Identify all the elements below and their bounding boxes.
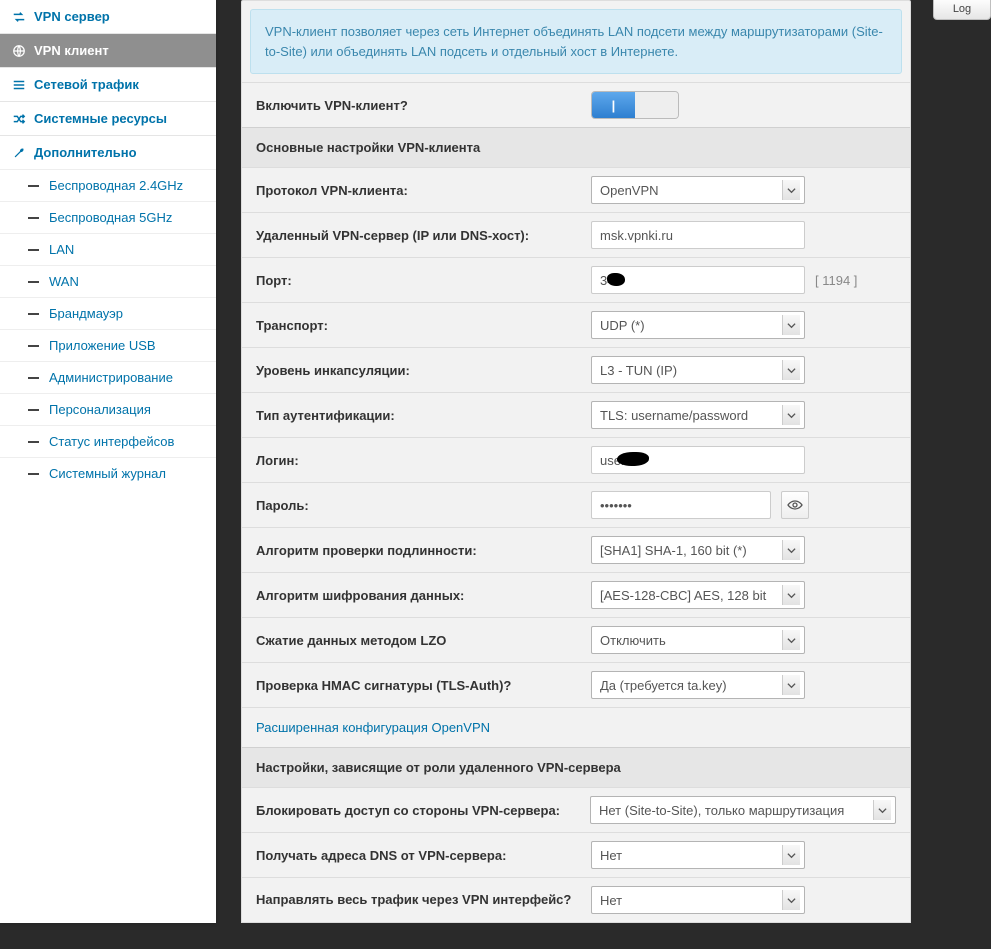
sidebar-label: Дополнительно — [34, 145, 137, 160]
label-enable: Включить VPN-клиент? — [256, 98, 591, 113]
enable-toggle[interactable]: | — [591, 91, 679, 119]
chevron-down-icon — [782, 180, 800, 200]
sidebar-item-advanced[interactable]: Дополнительно — [0, 135, 216, 169]
row-lzo: Сжатие данных методом LZO Отключить — [242, 617, 910, 662]
settings-panel: VPN-клиент позволяет через сеть Интернет… — [241, 0, 911, 923]
chevron-down-icon — [782, 675, 800, 695]
sidebar-sub-firewall[interactable]: Брандмауэр — [0, 297, 216, 329]
dash-icon — [28, 249, 39, 251]
sidebar-sub-lan[interactable]: LAN — [0, 233, 216, 265]
row-digest: Алгоритм проверки подлинности: [SHA1] SH… — [242, 527, 910, 572]
sidebar-item-vpn-client[interactable]: VPN клиент — [0, 33, 216, 67]
dash-icon — [28, 473, 39, 475]
row-tlsauth: Проверка HMAC сигнатуры (TLS-Auth)? Да (… — [242, 662, 910, 707]
row-auth: Тип аутентификации: TLS: username/passwo… — [242, 392, 910, 437]
bars-icon — [12, 78, 26, 92]
random-icon — [12, 112, 26, 126]
dash-icon — [28, 377, 39, 379]
eye-icon — [787, 497, 803, 513]
tlsauth-select[interactable]: Да (требуется ta.key) — [591, 671, 805, 699]
sidebar: VPN сервер VPN клиент Сетевой трафик Сис… — [0, 0, 216, 923]
sidebar-sub-syslog[interactable]: Системный журнал — [0, 457, 216, 489]
chevron-down-icon — [873, 800, 891, 820]
encap-select[interactable]: L3 - TUN (IP) — [591, 356, 805, 384]
section-basic: Основные настройки VPN-клиента — [242, 127, 910, 167]
port-hint: [ 1194 ] — [815, 273, 857, 288]
sidebar-item-traffic[interactable]: Сетевой трафик — [0, 67, 216, 101]
auth-select[interactable]: TLS: username/password — [591, 401, 805, 429]
chevron-down-icon — [782, 360, 800, 380]
globe-icon — [12, 44, 26, 58]
dash-icon — [28, 281, 39, 283]
sidebar-label: VPN сервер — [34, 9, 110, 24]
toggle-off — [635, 92, 678, 118]
dash-icon — [28, 345, 39, 347]
loop-icon — [12, 10, 26, 24]
dns-select[interactable]: Нет — [591, 841, 805, 869]
sidebar-sub-wireless5[interactable]: Беспроводная 5GHz — [0, 201, 216, 233]
row-enable: Включить VPN-клиент? | — [242, 82, 910, 127]
chevron-down-icon — [782, 315, 800, 335]
row-cipher: Алгоритм шифрования данных: [AES-128-CBC… — [242, 572, 910, 617]
reveal-password-button[interactable] — [781, 491, 809, 519]
row-protocol: Протокол VPN-клиента: OpenVPN — [242, 167, 910, 212]
server-input[interactable] — [591, 221, 805, 249]
chevron-down-icon — [782, 405, 800, 425]
row-port: Порт: [ 1194 ] — [242, 257, 910, 302]
chevron-down-icon — [782, 540, 800, 560]
log-tab[interactable]: Log — [933, 0, 991, 20]
redacted-port — [607, 273, 625, 286]
section-role: Настройки, зависящие от роли удаленного … — [242, 747, 910, 787]
sidebar-item-resources[interactable]: Системные ресурсы — [0, 101, 216, 135]
wrench-icon — [12, 146, 26, 160]
sidebar-item-vpn-server[interactable]: VPN сервер — [0, 0, 216, 33]
dash-icon — [28, 313, 39, 315]
dash-icon — [28, 217, 39, 219]
sidebar-sub-usb[interactable]: Приложение USB — [0, 329, 216, 361]
sidebar-label: Системные ресурсы — [34, 111, 167, 126]
sidebar-label: VPN клиент — [34, 43, 109, 58]
transport-select[interactable]: UDP (*) — [591, 311, 805, 339]
chevron-down-icon — [782, 585, 800, 605]
sidebar-sub-admin[interactable]: Администрирование — [0, 361, 216, 393]
row-login: Логин: — [242, 437, 910, 482]
redacted-login — [617, 452, 649, 466]
sidebar-label: Сетевой трафик — [34, 77, 139, 92]
chevron-down-icon — [782, 630, 800, 650]
sidebar-sub-wan[interactable]: WAN — [0, 265, 216, 297]
row-dns: Получать адреса DNS от VPN-сервера: Нет — [242, 832, 910, 877]
protocol-select[interactable]: OpenVPN — [591, 176, 805, 204]
redirect-select[interactable]: Нет — [591, 886, 805, 914]
sidebar-sub-wireless24[interactable]: Беспроводная 2.4GHz — [0, 169, 216, 201]
row-password: Пароль: — [242, 482, 910, 527]
digest-select[interactable]: [SHA1] SHA-1, 160 bit (*) — [591, 536, 805, 564]
chevron-down-icon — [782, 845, 800, 865]
row-transport: Транспорт: UDP (*) — [242, 302, 910, 347]
row-encap: Уровень инкапсуляции: L3 - TUN (IP) — [242, 347, 910, 392]
info-box: VPN-клиент позволяет через сеть Интернет… — [250, 9, 902, 74]
password-input[interactable] — [591, 491, 771, 519]
cipher-select[interactable]: [AES-128-CBC] AES, 128 bit — [591, 581, 805, 609]
sidebar-sub-ifstatus[interactable]: Статус интерфейсов — [0, 425, 216, 457]
advanced-openvpn-link[interactable]: Расширенная конфигурация OpenVPN — [256, 720, 490, 735]
chevron-down-icon — [782, 890, 800, 910]
block-select[interactable]: Нет (Site-to-Site), только маршрутизация — [590, 796, 896, 824]
row-redirect: Направлять весь трафик через VPN интерфе… — [242, 877, 910, 922]
dash-icon — [28, 441, 39, 443]
row-advanced-link: Расширенная конфигурация OpenVPN — [242, 707, 910, 747]
sidebar-sub-personalization[interactable]: Персонализация — [0, 393, 216, 425]
toggle-on: | — [592, 92, 635, 118]
dash-icon — [28, 185, 39, 187]
lzo-select[interactable]: Отключить — [591, 626, 805, 654]
dash-icon — [28, 409, 39, 411]
row-block: Блокировать доступ со стороны VPN-сервер… — [242, 787, 910, 832]
row-server: Удаленный VPN-сервер (IP или DNS-хост): — [242, 212, 910, 257]
